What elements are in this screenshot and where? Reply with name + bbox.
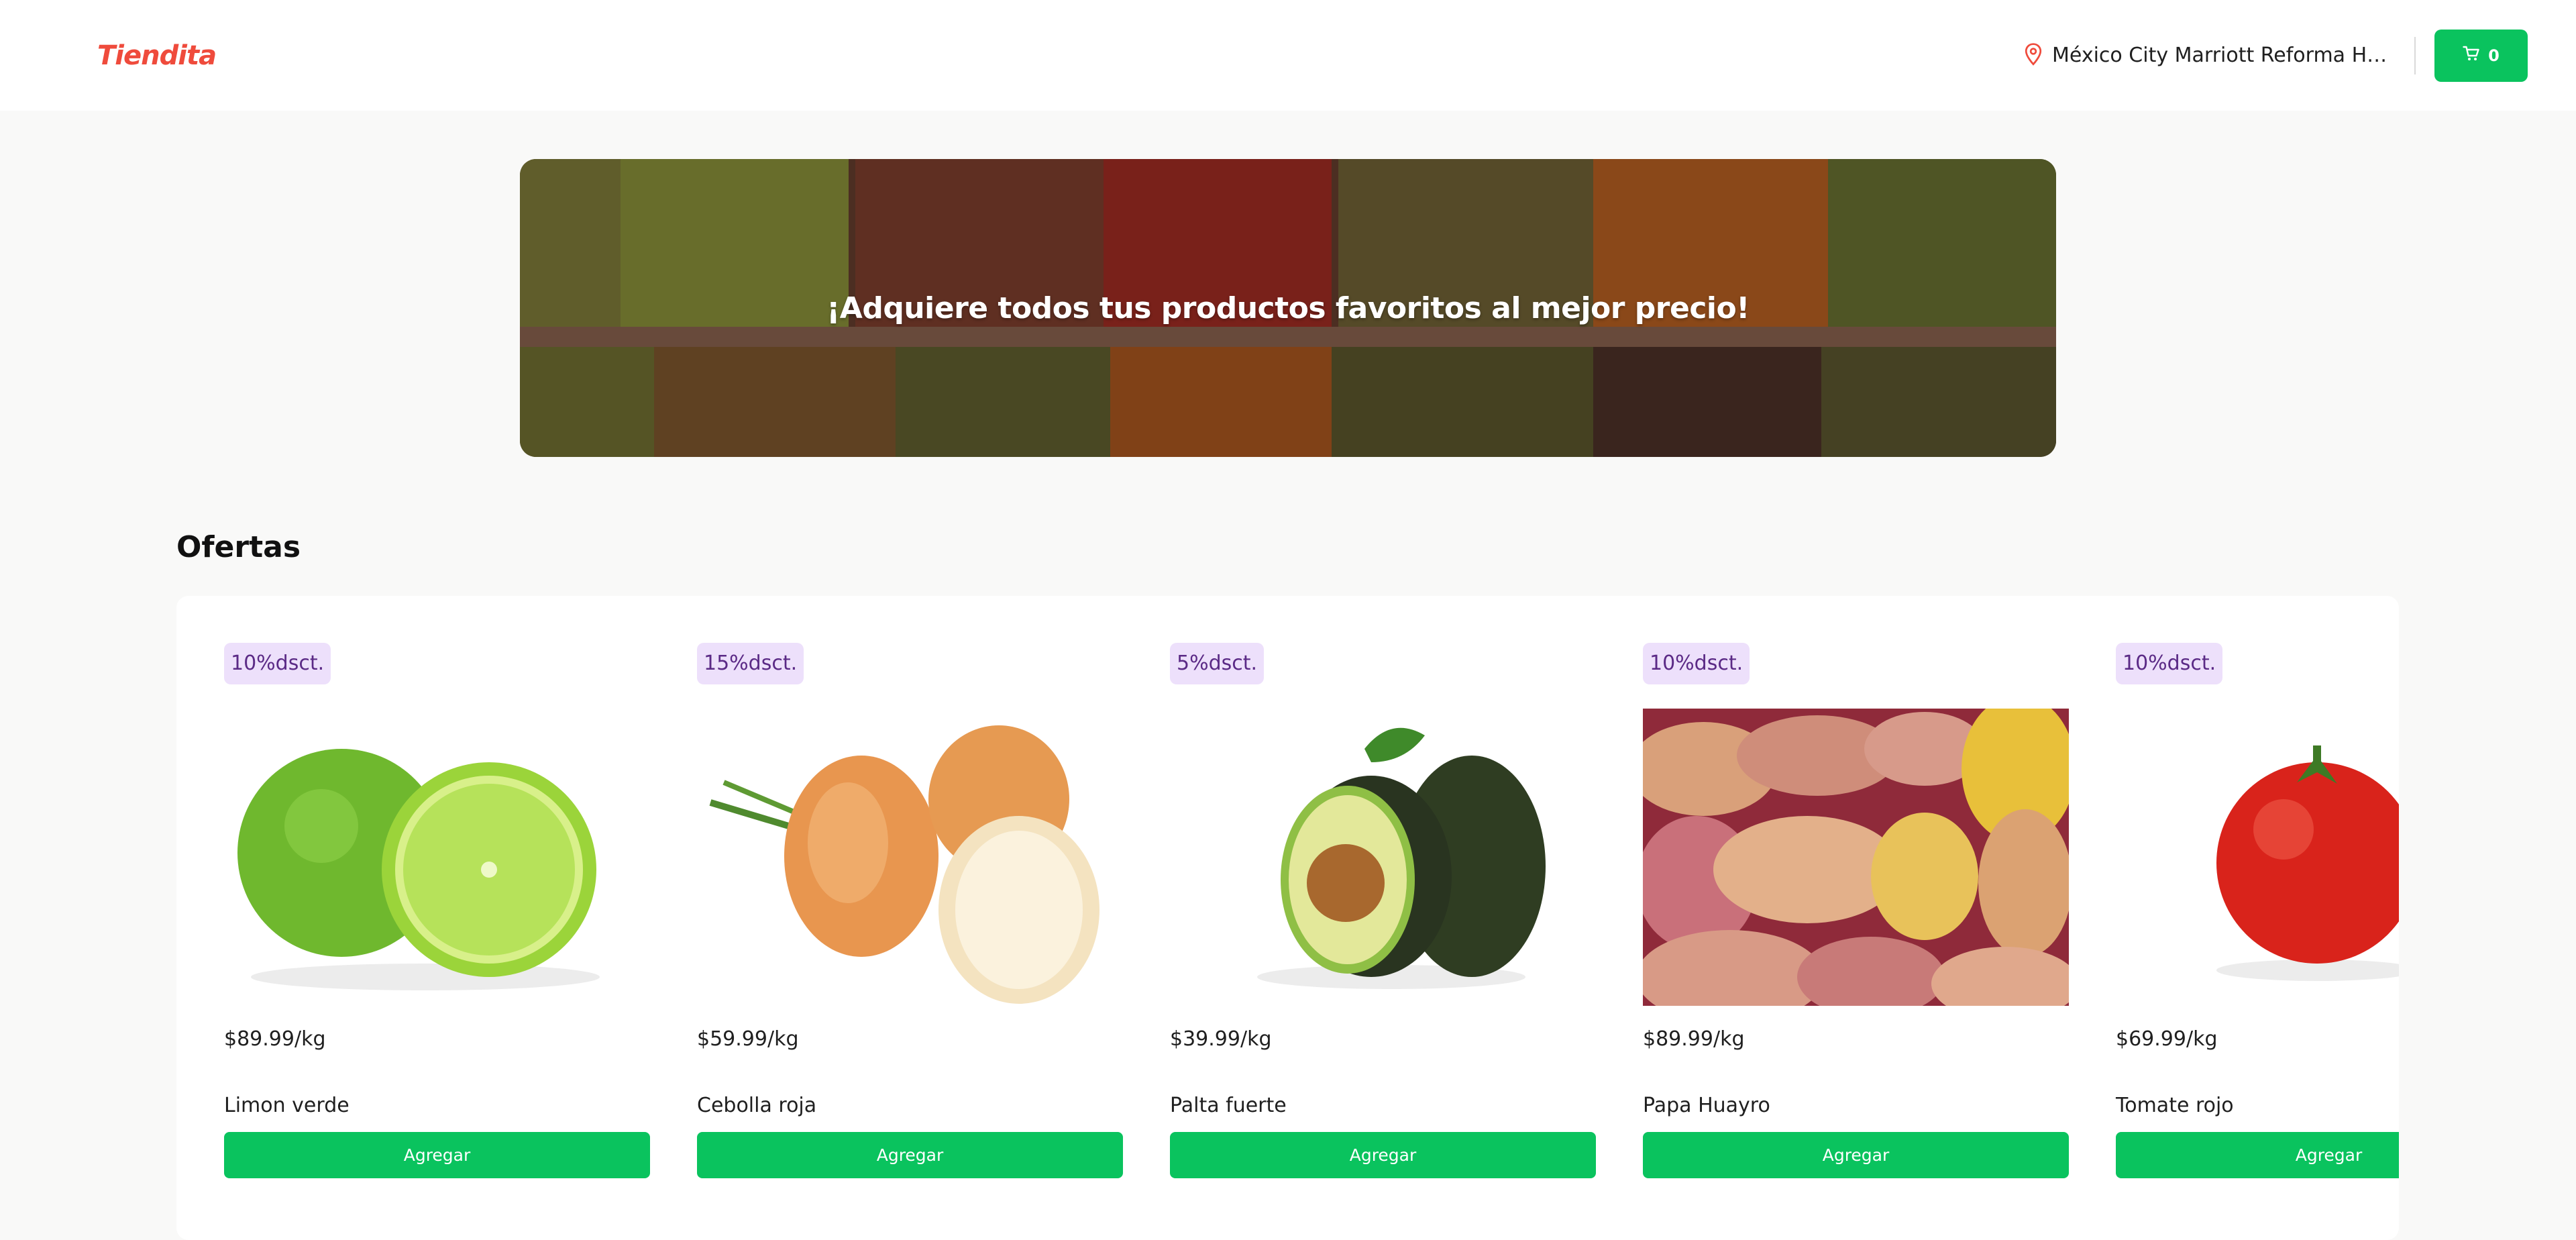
discount-badge: 10%dsct.: [1643, 643, 1750, 684]
product-image-onion[interactable]: [697, 709, 1123, 1006]
product-name: Palta fuerte: [1170, 1094, 1287, 1117]
product-image-tomato[interactable]: [2116, 709, 2399, 1006]
product-price: $89.99/kg: [224, 1027, 326, 1051]
product-image-avocado[interactable]: [1170, 709, 1596, 1006]
product-name: Tomate rojo: [2116, 1094, 2234, 1117]
product-name: Limon verde: [224, 1094, 350, 1117]
product-card: 10%dsct. $69.99/kg Tomate rojo Agregar: [2116, 643, 2399, 1178]
product-price: $89.99/kg: [1643, 1027, 1745, 1051]
product-price: $69.99/kg: [2116, 1027, 2218, 1051]
product-name: Papa Huayro: [1643, 1094, 1770, 1117]
product-card: 10%dsct. $89.99/kg Papa Huayro Agregar: [1643, 643, 2069, 1178]
cart-button[interactable]: 0: [2434, 29, 2528, 82]
offers-carousel: 10%dsct. $89.99/kg Limon verde Agregar 1…: [176, 596, 2399, 1240]
discount-badge: 10%dsct.: [2116, 643, 2223, 684]
location-pin-icon: [2024, 42, 2043, 68]
add-button[interactable]: Agregar: [224, 1132, 650, 1178]
banner-title: ¡Adquiere todos tus productos favoritos …: [826, 291, 1750, 325]
discount-badge: 5%dsct.: [1170, 643, 1265, 684]
promo-banner[interactable]: ¡Adquiere todos tus productos favoritos …: [520, 159, 2056, 457]
product-image-potato[interactable]: [1643, 709, 2069, 1006]
product-card: 10%dsct. $89.99/kg Limon verde Agregar: [224, 643, 650, 1178]
logo[interactable]: Tiendita: [97, 40, 217, 71]
product-card: 5%dsct. $39.99/kg Palta fuerte Agregar: [1170, 643, 1596, 1178]
add-button[interactable]: Agregar: [1170, 1132, 1596, 1178]
product-name: Cebolla roja: [697, 1094, 817, 1117]
header-right: México City Marriott Reforma Hotel... 0: [2024, 29, 2528, 82]
add-button[interactable]: Agregar: [697, 1132, 1123, 1178]
offers-title: Ofertas: [176, 530, 301, 564]
product-image-lime[interactable]: [224, 709, 650, 1006]
add-button[interactable]: Agregar: [1643, 1132, 2069, 1178]
location-selector[interactable]: México City Marriott Reforma Hotel...: [2024, 36, 2416, 74]
product-card: 15%dsct. $59.99/kg Cebolla roja Agregar: [697, 643, 1123, 1178]
cart-count: 0: [2488, 46, 2500, 65]
discount-badge: 15%dsct.: [697, 643, 804, 684]
product-price: $59.99/kg: [697, 1027, 799, 1051]
product-price: $39.99/kg: [1170, 1027, 1272, 1051]
top-header: Tiendita México City Marriott Reforma Ho…: [0, 0, 2576, 111]
discount-badge: 10%dsct.: [224, 643, 331, 684]
location-text: México City Marriott Reforma Hotel...: [2052, 44, 2394, 67]
add-button[interactable]: Agregar: [2116, 1132, 2399, 1178]
cart-icon: [2463, 46, 2480, 66]
